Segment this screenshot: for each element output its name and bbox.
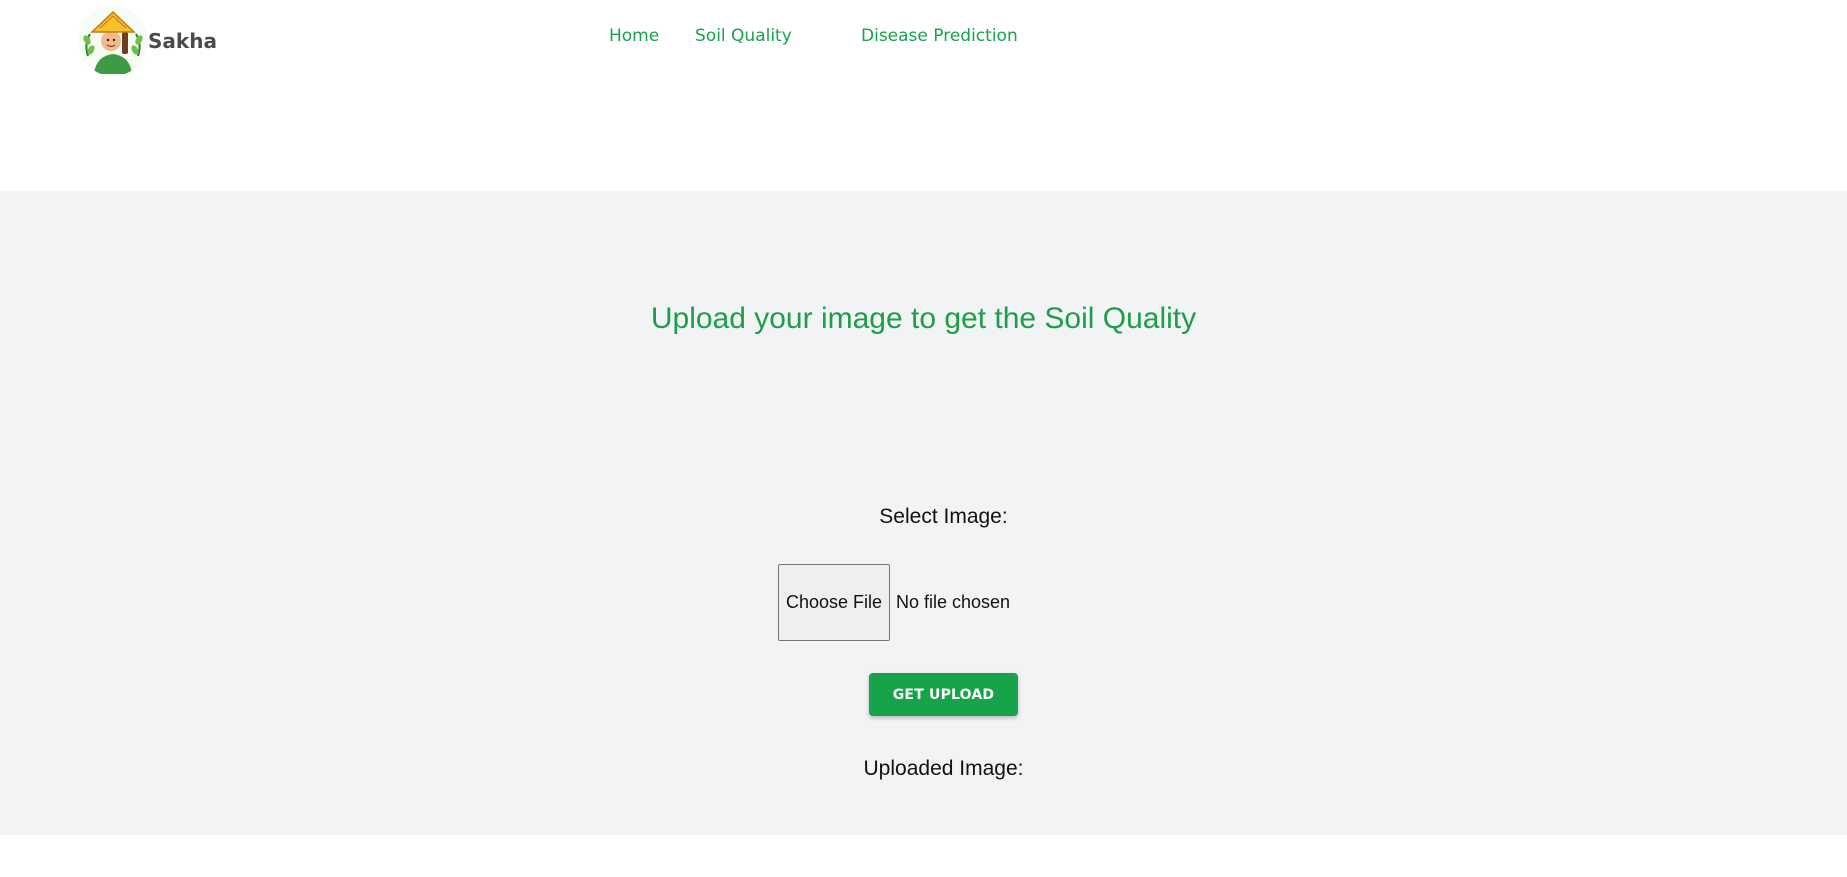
brand-name: Sakha bbox=[148, 29, 217, 53]
nav-disease-prediction[interactable]: Disease Prediction bbox=[861, 22, 1018, 50]
choose-file-button[interactable]: Choose File bbox=[778, 564, 890, 641]
select-image-label: Select Image: bbox=[879, 505, 1008, 528]
farmer-logo-icon bbox=[78, 6, 148, 76]
nav-home[interactable]: Home bbox=[609, 22, 659, 50]
brand-link[interactable]: Sakha bbox=[78, 6, 217, 76]
page: Sakha Home Soil Quality Disease Predicti… bbox=[0, 0, 1847, 877]
get-upload-button[interactable]: GET UPLOAD bbox=[869, 673, 1018, 716]
upload-section: Upload your image to get the Soil Qualit… bbox=[0, 191, 1847, 835]
file-status: No file chosen bbox=[896, 592, 1011, 612]
header: Sakha Home Soil Quality Disease Predicti… bbox=[0, 0, 1847, 191]
file-input[interactable]: Choose File No file chosen bbox=[778, 564, 1010, 641]
page-title: Upload your image to get the Soil Qualit… bbox=[650, 302, 1197, 335]
uploaded-image-label: Uploaded Image: bbox=[863, 757, 1024, 780]
nav-soil-quality[interactable]: Soil Quality bbox=[695, 22, 792, 50]
